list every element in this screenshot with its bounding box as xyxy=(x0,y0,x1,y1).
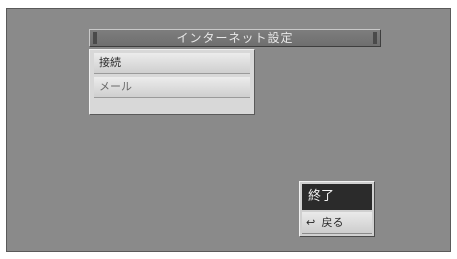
menu-item-connection-label: 接続 xyxy=(99,56,121,69)
finish-button-label: 終了 xyxy=(308,189,335,204)
back-button[interactable]: ↩ 戻る xyxy=(302,212,372,234)
menu-item-mail[interactable]: メール xyxy=(94,77,250,98)
action-panel: 終了 ↩ 戻る xyxy=(299,181,375,237)
title-bar-right-edge xyxy=(373,32,377,44)
settings-screen: インターネット設定 接続 メール 終了 ↩ 戻る xyxy=(6,8,451,252)
return-arrow-icon: ↩ xyxy=(306,216,316,229)
back-button-label: 戻る xyxy=(321,216,344,229)
window-title-bar: インターネット設定 xyxy=(89,29,381,47)
menu-item-mail-label: メール xyxy=(99,80,132,93)
title-bar-left-edge xyxy=(93,32,97,44)
window-title: インターネット設定 xyxy=(176,31,294,45)
menu-item-connection[interactable]: 接続 xyxy=(94,53,250,74)
finish-button[interactable]: 終了 xyxy=(302,184,372,210)
settings-menu: 接続 メール xyxy=(89,49,255,115)
